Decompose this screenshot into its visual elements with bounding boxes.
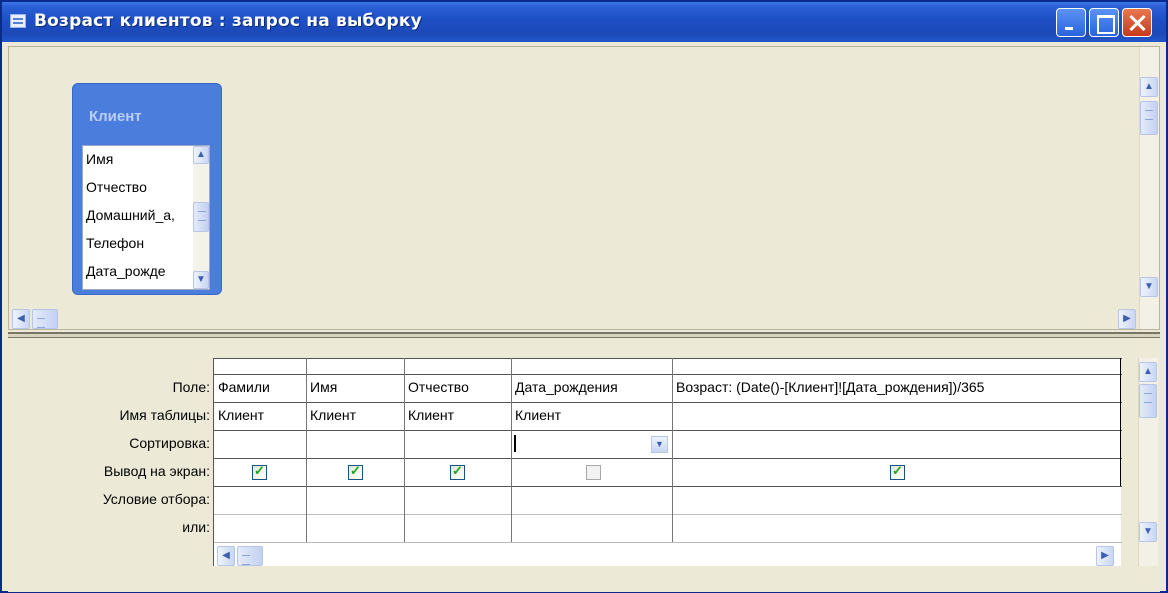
arrow-right-icon[interactable]: ▶ — [1096, 546, 1114, 566]
row-label-field: Поле: — [172, 379, 210, 395]
row-label-show: Вывод на экран: — [103, 463, 210, 479]
scroll-thumb[interactable] — [193, 202, 209, 232]
field-list[interactable]: Имя Отчество Домашний_а, Телефон Дата_ро… — [82, 145, 210, 290]
query-window: Возраст клиентов : запрос на выборку Кли… — [0, 0, 1168, 593]
show-checkbox[interactable] — [252, 463, 267, 480]
grid-table-cell[interactable]: Клиент — [512, 407, 671, 423]
field-list-window[interactable]: Клиент Имя Отчество Домашний_а, Телефон … — [72, 83, 222, 295]
grid-line — [214, 402, 1122, 403]
field-list-title: Клиент — [89, 108, 142, 125]
arrow-up-icon[interactable]: ▲ — [1140, 77, 1158, 97]
grid-line — [214, 458, 1122, 459]
grid-line — [214, 430, 1122, 431]
field-list-item[interactable]: Домашний_а, — [86, 207, 175, 223]
grid-table-cell[interactable]: Клиент — [215, 407, 305, 423]
grid-line — [214, 542, 1122, 543]
show-checkbox[interactable] — [890, 463, 905, 480]
field-list-item[interactable]: Имя — [86, 151, 113, 167]
arrow-down-icon[interactable]: ▼ — [1140, 277, 1158, 297]
grid-line — [214, 486, 1122, 487]
grid-line — [1120, 358, 1121, 486]
arrow-left-icon[interactable]: ◀ — [217, 546, 235, 566]
grid-field-cell[interactable]: Имя — [307, 379, 403, 395]
show-checkbox[interactable] — [348, 463, 363, 480]
title-bar[interactable]: Возраст клиентов : запрос на выборку — [2, 2, 1166, 42]
arrow-down-icon[interactable]: ▼ — [1139, 522, 1157, 542]
grid-vscrollbar[interactable]: ▲ ▼ — [1138, 358, 1158, 566]
grid-table-cell[interactable]: Клиент — [307, 407, 403, 423]
row-label-table: Имя таблицы: — [119, 407, 210, 423]
maximize-button[interactable] — [1089, 8, 1119, 37]
grid-line — [214, 374, 1122, 375]
grid-line — [214, 358, 1122, 359]
grid-field-cell[interactable]: Возраст: (Date()-[Клиент]![Дата_рождения… — [673, 379, 1118, 395]
arrow-up-icon[interactable]: ▲ — [193, 146, 209, 164]
arrow-left-icon[interactable]: ◀ — [12, 309, 30, 329]
field-list-item[interactable]: Дата_рожде — [86, 263, 166, 279]
grid-field-cell[interactable]: Фамили — [215, 379, 305, 395]
table-pane-vscrollbar[interactable]: ▲ ▼ — [1139, 47, 1159, 329]
field-list-item[interactable]: Телефон — [86, 235, 144, 251]
field-list-item[interactable]: Отчество — [86, 179, 147, 195]
scroll-thumb[interactable] — [1139, 384, 1157, 418]
window-title: Возраст клиентов : запрос на выборку — [34, 11, 422, 31]
query-design-grid[interactable]: Фамили Клиент Имя Клиент Отчество Клиент… — [213, 358, 1122, 566]
grid-field-cell[interactable]: Дата_рождения — [512, 379, 671, 395]
row-label-criteria: Условие отбора: — [102, 491, 210, 507]
grid-table-cell[interactable]: Клиент — [405, 407, 510, 423]
field-list-scrollbar[interactable]: ▲ ▼ — [193, 146, 209, 289]
query-icon[interactable] — [10, 14, 26, 28]
table-pane[interactable]: Клиент Имя Отчество Домашний_а, Телефон … — [8, 46, 1160, 330]
arrow-down-icon[interactable]: ▼ — [193, 271, 209, 289]
design-grid-pane: Поле: Имя таблицы: Сортировка: Вывод на … — [8, 342, 1160, 592]
scroll-thumb[interactable] — [237, 546, 263, 566]
text-cursor — [514, 435, 516, 452]
show-checkbox[interactable] — [586, 465, 601, 480]
close-button[interactable] — [1122, 8, 1152, 37]
scroll-thumb[interactable] — [1140, 101, 1158, 135]
arrow-up-icon[interactable]: ▲ — [1139, 362, 1157, 382]
scroll-thumb[interactable] — [32, 309, 58, 329]
show-checkbox[interactable] — [450, 463, 465, 480]
row-label-or: или: — [182, 519, 210, 535]
arrow-right-icon[interactable]: ▶ — [1118, 309, 1136, 329]
grid-line — [214, 514, 1122, 515]
grid-field-cell[interactable]: Отчество — [405, 379, 510, 395]
minimize-button[interactable] — [1056, 8, 1086, 37]
chevron-down-icon[interactable]: ▼ — [651, 436, 668, 453]
row-label-sort: Сортировка: — [129, 435, 210, 451]
pane-splitter[interactable] — [8, 332, 1160, 338]
